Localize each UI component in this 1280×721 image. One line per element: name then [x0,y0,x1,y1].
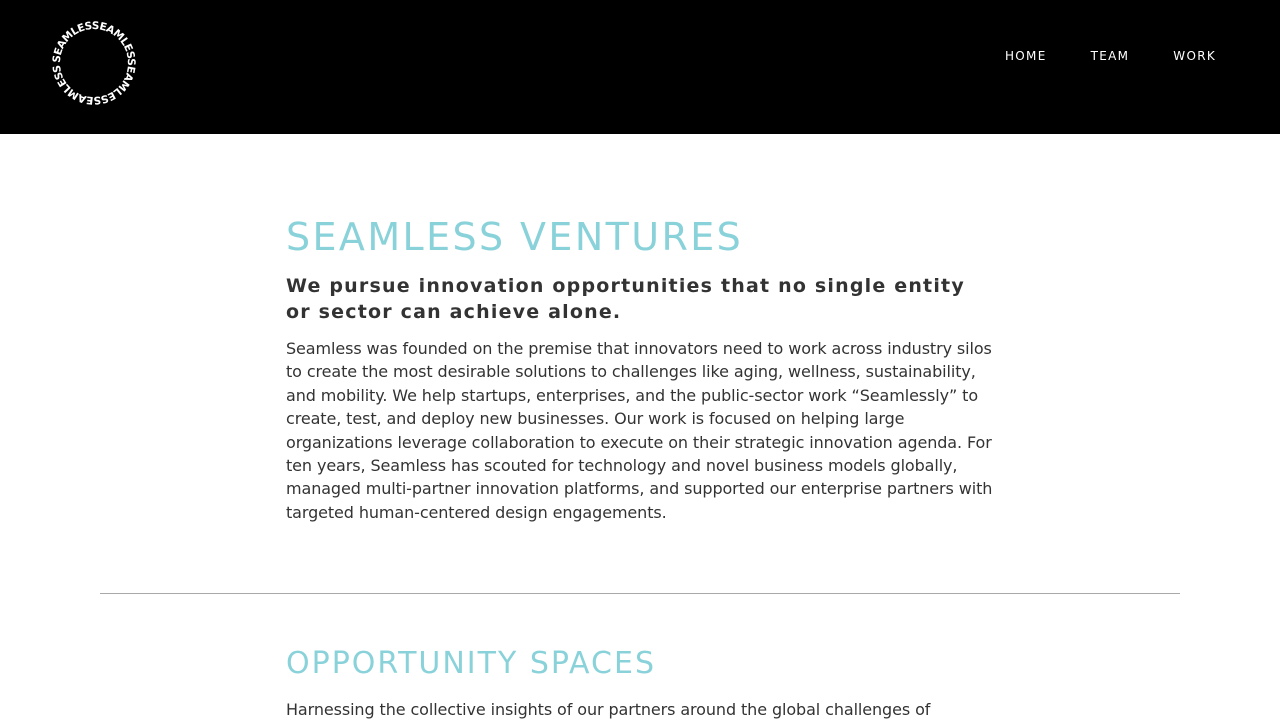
opportunity-description: Harnessing the collective insights of ou… [286,700,931,719]
main-nav: HOME TEAM WORK [1005,48,1216,64]
opportunity-section: OPPORTUNITY SPACES Harnessing the collec… [286,644,994,721]
hero-description: Seamless was founded on the premise that… [286,339,993,522]
hero-section: SEAMLESS VENTURES We pursue innovation o… [286,213,994,524]
nav-work-link[interactable]: WORK [1173,48,1216,64]
seamless-logo[interactable]: SEAMLESSEAMLESSEAMLESSEAMLESS [44,13,144,113]
page-title: SEAMLESS VENTURES [286,215,744,259]
seamless-logo-icon: SEAMLESSEAMLESSEAMLESSEAMLESS [51,20,137,106]
section-divider [100,593,1180,594]
hero-subtitle: We pursue innovation opportunities that … [286,275,965,323]
site-header: SEAMLESSEAMLESSEAMLESSEAMLESS HOME TEAM … [0,0,1280,134]
nav-home-link[interactable]: HOME [1005,48,1047,64]
opportunity-title: OPPORTUNITY SPACES [286,646,656,681]
nav-team-link[interactable]: TEAM [1091,48,1130,64]
logo-ring-text: SEAMLESSEAMLESSEAMLESSEAMLESS [51,20,137,106]
